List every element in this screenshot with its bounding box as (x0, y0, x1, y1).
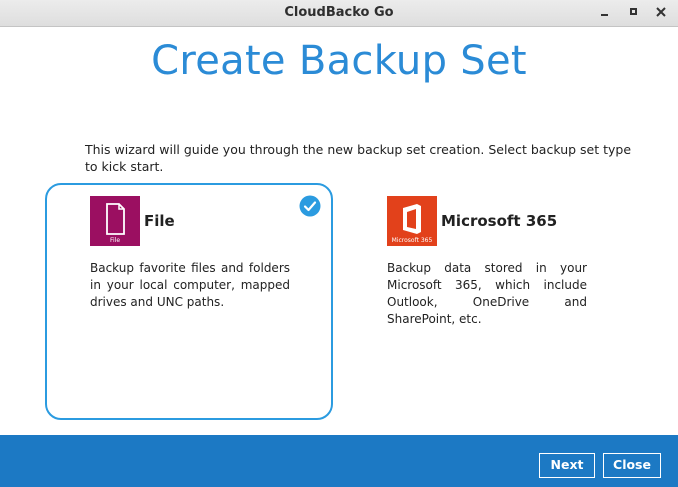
window-title: CloudBacko Go (284, 5, 394, 20)
file-icon: File (90, 196, 140, 246)
office-icon: Microsoft 365 (387, 196, 437, 246)
close-icon (656, 7, 666, 17)
option-name: File (144, 212, 175, 230)
option-description: Backup favorite files and folders in you… (90, 261, 290, 309)
close-window-button[interactable] (653, 4, 669, 20)
maximize-button[interactable] (626, 4, 642, 20)
next-button[interactable]: Next (539, 453, 595, 478)
check-circle-icon (299, 195, 321, 217)
page-title: Create Backup Set (151, 38, 527, 84)
option-card-microsoft-365[interactable]: Microsoft 365 Microsoft 365 Backup data … (342, 183, 630, 420)
close-button[interactable]: Close (603, 453, 661, 478)
title-bar: CloudBacko Go (0, 0, 678, 27)
wizard-intro-text: This wizard will guide you through the n… (85, 142, 632, 174)
office-icon-caption: Microsoft 365 (391, 237, 433, 244)
minimize-button[interactable] (597, 4, 613, 20)
file-icon-caption: File (109, 237, 121, 244)
footer-bar: Next Close (0, 435, 678, 487)
option-description: Backup data stored in your Microsoft 365… (387, 261, 587, 326)
option-card-file[interactable]: File File Backup favorite files and fold… (45, 183, 333, 420)
option-name: Microsoft 365 (441, 212, 558, 230)
